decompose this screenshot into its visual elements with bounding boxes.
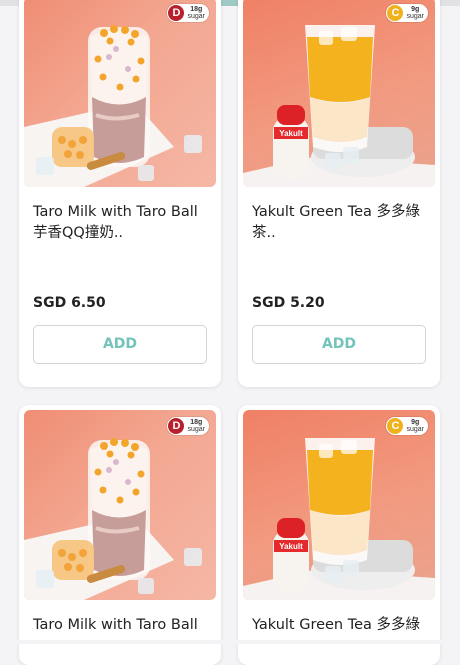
sugar-value: 9g bbox=[411, 6, 420, 13]
grade-letter: D bbox=[168, 5, 185, 21]
product-grid: D 18g sugar Taro Milk with Taro Ball 芋香QQ… bbox=[0, 0, 460, 665]
product-name[interactable]: Yakult Green Tea 多多綠 bbox=[252, 615, 432, 636]
add-button[interactable]: ADD bbox=[33, 325, 207, 364]
grade-letter: D bbox=[168, 418, 185, 434]
sugar-value: 9g bbox=[411, 419, 420, 426]
sugar-content: 9g sugar bbox=[406, 6, 424, 20]
sugar-unit: sugar bbox=[187, 426, 205, 433]
sugar-content: 9g sugar bbox=[406, 419, 424, 433]
product-name[interactable]: Taro Milk with Taro Ball 芋香QQ撞奶.. bbox=[33, 202, 213, 244]
add-button[interactable]: ADD bbox=[252, 325, 426, 364]
product-card-taro-milk-2[interactable]: D 18g sugar Taro Milk with Taro Ball bbox=[19, 405, 221, 665]
product-price: SGD 6.50 bbox=[33, 295, 106, 311]
nutri-grade-badge: D 18g sugar bbox=[167, 4, 209, 22]
nutri-grade-badge: D 18g sugar bbox=[167, 417, 209, 435]
product-price: SGD 5.20 bbox=[252, 295, 325, 311]
sugar-unit: sugar bbox=[187, 13, 205, 20]
product-name[interactable]: Yakult Green Tea 多多綠茶.. bbox=[252, 202, 432, 244]
bottom-edge bbox=[0, 640, 460, 644]
product-card-taro-milk[interactable]: D 18g sugar Taro Milk with Taro Ball 芋香QQ… bbox=[19, 0, 221, 387]
grade-letter: C bbox=[387, 5, 404, 21]
sugar-value: 18g bbox=[190, 6, 203, 13]
sugar-content: 18g sugar bbox=[187, 419, 205, 433]
product-image[interactable]: C 9g sugar bbox=[243, 410, 435, 600]
product-image[interactable]: C 9g sugar bbox=[243, 0, 435, 187]
product-image[interactable]: D 18g sugar bbox=[24, 410, 216, 600]
product-card-yakult-green-tea[interactable]: C 9g sugar Yakult Green Tea 多多綠茶.. SGD 5.… bbox=[238, 0, 440, 387]
sugar-value: 18g bbox=[190, 419, 203, 426]
sugar-content: 18g sugar bbox=[187, 6, 205, 20]
product-name[interactable]: Taro Milk with Taro Ball bbox=[33, 615, 213, 636]
sugar-unit: sugar bbox=[406, 13, 424, 20]
product-image[interactable]: D 18g sugar bbox=[24, 0, 216, 187]
nutri-grade-badge: C 9g sugar bbox=[386, 417, 428, 435]
nutri-grade-badge: C 9g sugar bbox=[386, 4, 428, 22]
sugar-unit: sugar bbox=[406, 426, 424, 433]
product-card-yakult-green-tea-2[interactable]: C 9g sugar Yakult Green Tea 多多綠 bbox=[238, 405, 440, 665]
grade-letter: C bbox=[387, 418, 404, 434]
